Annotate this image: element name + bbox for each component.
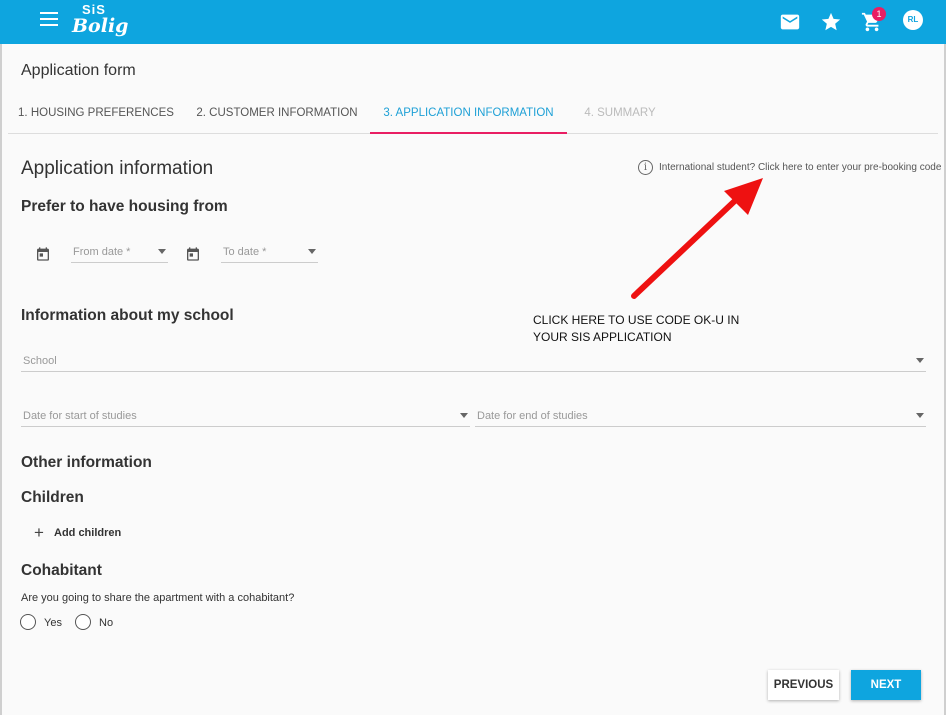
annotation-arrow	[631, 178, 763, 299]
previous-button[interactable]: PREVIOUS	[768, 670, 839, 700]
annotation-line-1: CLICK HERE TO USE CODE OK-U IN	[533, 313, 740, 327]
next-button[interactable]: NEXT	[851, 670, 921, 700]
annotation-text: CLICK HERE TO USE CODE OK-U IN YOUR SIS …	[533, 312, 739, 346]
annotation-line-2: YOUR SIS APPLICATION	[533, 330, 672, 344]
